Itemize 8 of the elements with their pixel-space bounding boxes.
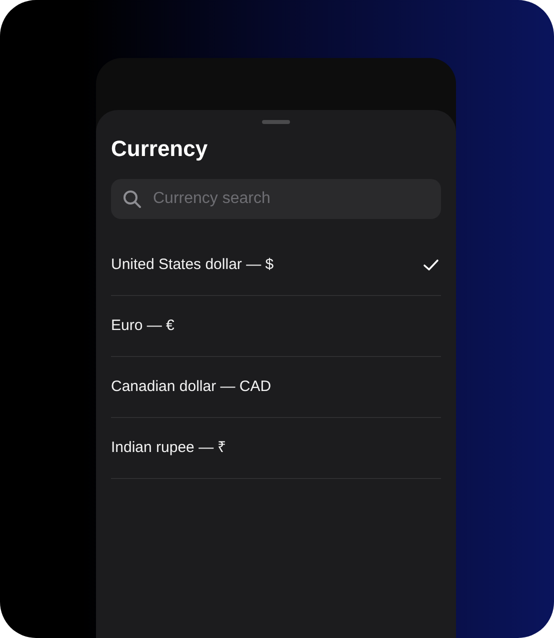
currency-option[interactable]: Euro — € xyxy=(111,296,441,357)
search-field[interactable]: Currency search xyxy=(111,179,441,219)
currency-option[interactable]: United States dollar — $ xyxy=(111,235,441,296)
currency-option[interactable]: Indian rupee — ₹ xyxy=(111,418,441,479)
search-icon xyxy=(123,190,141,208)
sheet-title: Currency xyxy=(111,135,209,163)
drag-handle[interactable] xyxy=(262,120,290,124)
currency-option[interactable]: Canadian dollar — CAD xyxy=(111,357,441,418)
